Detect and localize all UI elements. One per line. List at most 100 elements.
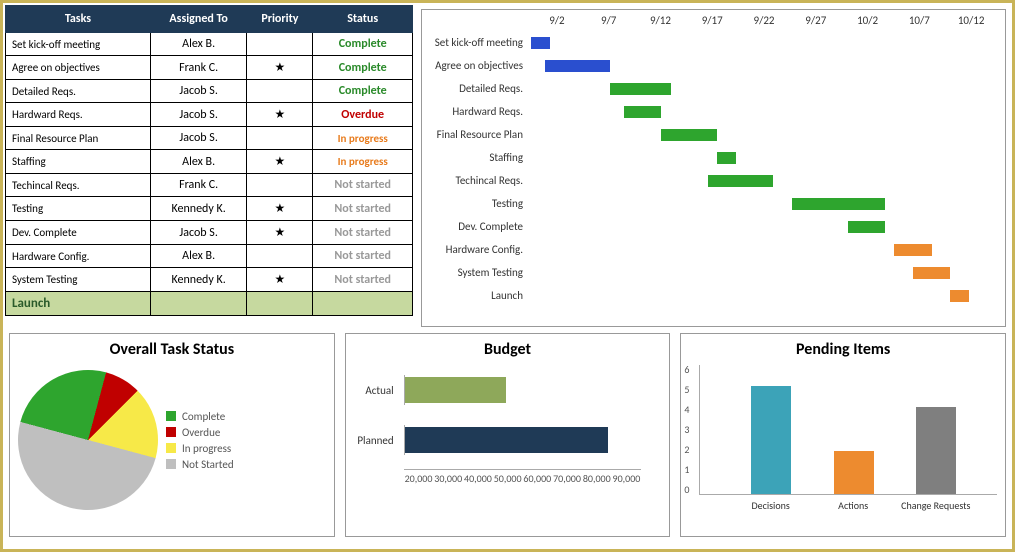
gantt-row: Agree on objectives xyxy=(426,54,997,77)
assignee: Jacob S. xyxy=(150,221,247,245)
empty-cell xyxy=(150,292,247,316)
assignee: Frank C. xyxy=(150,174,247,197)
gantt-row: Staffing xyxy=(426,146,997,169)
table-header: Assigned To xyxy=(150,6,247,33)
assignee: Kennedy K. xyxy=(150,268,247,292)
gantt-bar xyxy=(894,244,931,256)
task-name: Hardward Reqs. xyxy=(6,103,151,127)
legend-item: Complete xyxy=(166,410,234,423)
gantt-label: Hardware Config. xyxy=(426,243,531,256)
gantt-date: 9/17 xyxy=(686,14,738,27)
pie-chart xyxy=(2,354,173,525)
table-row[interactable]: Hardward Reqs.Jacob S.★Overdue xyxy=(6,103,413,127)
status-badge: Complete xyxy=(313,80,413,103)
gantt-row: Dev. Complete xyxy=(426,215,997,238)
yaxis-tick: 2 xyxy=(684,443,689,456)
status-badge: Complete xyxy=(313,56,413,80)
gantt-bar xyxy=(661,129,717,141)
task-table: TasksAssigned ToPriorityStatus Set kick-… xyxy=(5,5,413,316)
gantt-bar xyxy=(848,221,885,233)
gantt-row: Detailed Reqs. xyxy=(426,77,997,100)
table-row[interactable]: System TestingKennedy K.★Not started xyxy=(6,268,413,292)
axis-tick: 30,000 xyxy=(433,472,463,485)
task-name: Set kick-off meeting xyxy=(6,33,151,56)
table-row[interactable]: StaffingAlex B.★In progress xyxy=(6,150,413,174)
table-row[interactable]: Techincal Reqs.Frank C.Not started xyxy=(6,174,413,197)
gantt-label: Techincal Reqs. xyxy=(426,174,531,187)
axis-tick: 70,000 xyxy=(552,472,582,485)
assignee: Frank C. xyxy=(150,56,247,80)
assignee: Kennedy K. xyxy=(150,197,247,221)
task-name: Staffing xyxy=(6,150,151,174)
table-row[interactable]: Agree on objectivesFrank C.★Complete xyxy=(6,56,413,80)
legend-swatch-icon xyxy=(166,443,176,453)
gantt-track xyxy=(531,289,997,303)
table-row[interactable]: Dev. CompleteJacob S.★Not started xyxy=(6,221,413,245)
gantt-row: System Testing xyxy=(426,261,997,284)
legend-item: Overdue xyxy=(166,426,234,439)
budget-chart: ActualPlanned20,00030,00040,00050,00060,… xyxy=(354,365,662,515)
pie-title: Overall Task Status xyxy=(18,340,326,359)
status-badge: Overdue xyxy=(313,103,413,127)
gantt-date: 10/2 xyxy=(842,14,894,27)
task-name: Techincal Reqs. xyxy=(6,174,151,197)
priority-star-icon: ★ xyxy=(247,221,313,245)
gantt-label: Set kick-off meeting xyxy=(426,36,531,49)
legend-item: Not Started xyxy=(166,458,234,471)
gantt-label: Agree on objectives xyxy=(426,59,531,72)
assignee: Alex B. xyxy=(150,33,247,56)
gantt-row: Techincal Reqs. xyxy=(426,169,997,192)
table-row[interactable]: Set kick-off meetingAlex B.Complete xyxy=(6,33,413,56)
pie-legend: CompleteOverdueIn progressNot Started xyxy=(166,407,234,474)
empty-cell xyxy=(247,292,313,316)
task-name: Detailed Reqs. xyxy=(6,80,151,103)
assignee: Jacob S. xyxy=(150,127,247,150)
gantt-date: 9/27 xyxy=(790,14,842,27)
pending-panel: Pending Items 6543210 DecisionsActionsCh… xyxy=(680,333,1006,537)
yaxis-tick: 4 xyxy=(684,403,689,416)
gantt-bar xyxy=(792,198,885,210)
assignee: Alex B. xyxy=(150,150,247,174)
bar-rect xyxy=(751,386,791,494)
table-row[interactable]: Final Resource PlanJacob S.In progress xyxy=(6,127,413,150)
axis-tick: 60,000 xyxy=(522,472,552,485)
gantt-label: Hardward Reqs. xyxy=(426,105,531,118)
priority-star-icon xyxy=(247,80,313,103)
priority-star-icon: ★ xyxy=(247,268,313,292)
bar-rect xyxy=(834,451,874,494)
budget-label: Planned xyxy=(350,434,400,447)
gantt-bar xyxy=(708,175,773,187)
launch-row[interactable]: Launch xyxy=(6,292,413,316)
legend-label: Complete xyxy=(182,410,225,423)
yaxis-tick: 6 xyxy=(684,363,689,376)
table-row[interactable]: Hardware Config.Alex B.Not started xyxy=(6,245,413,268)
budget-panel: Budget ActualPlanned20,00030,00040,00050… xyxy=(345,333,671,537)
legend-swatch-icon xyxy=(166,427,176,437)
table-row[interactable]: TestingKennedy K.★Not started xyxy=(6,197,413,221)
priority-star-icon: ★ xyxy=(247,197,313,221)
legend-label: Not Started xyxy=(182,458,234,471)
gantt-row: Set kick-off meeting xyxy=(426,31,997,54)
gantt-track xyxy=(531,105,997,119)
task-name: Hardware Config. xyxy=(6,245,151,268)
launch-label: Launch xyxy=(6,292,151,316)
table-row[interactable]: Detailed Reqs.Jacob S.Complete xyxy=(6,80,413,103)
gantt-track xyxy=(531,174,997,188)
status-badge: In progress xyxy=(313,127,413,150)
axis-tick: 40,000 xyxy=(463,472,493,485)
gantt-track xyxy=(531,128,997,142)
priority-star-icon xyxy=(247,174,313,197)
gantt-row: Hardward Reqs. xyxy=(426,100,997,123)
bar-rect xyxy=(916,407,956,494)
gantt-label: System Testing xyxy=(426,266,531,279)
gantt-bar xyxy=(717,152,736,164)
gantt-label: Dev. Complete xyxy=(426,220,531,233)
assignee: Alex B. xyxy=(150,245,247,268)
pending-label: Actions xyxy=(812,499,895,512)
gantt-label: Testing xyxy=(426,197,531,210)
table-header: Tasks xyxy=(6,6,151,33)
gantt-date: 9/12 xyxy=(635,14,687,27)
gantt-date: 9/2 xyxy=(531,14,583,27)
legend-swatch-icon xyxy=(166,459,176,469)
yaxis-tick: 3 xyxy=(684,423,689,436)
